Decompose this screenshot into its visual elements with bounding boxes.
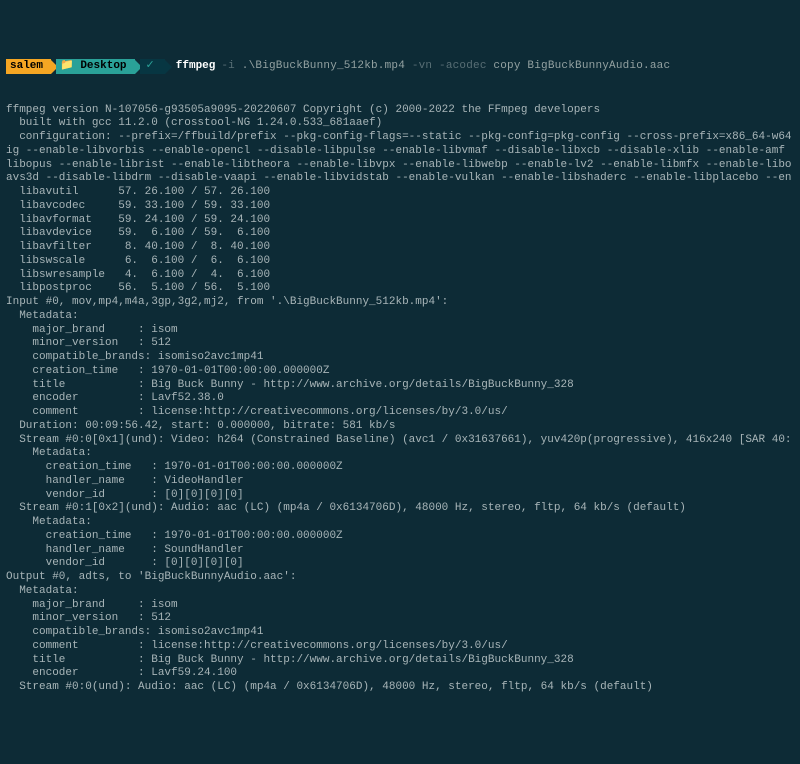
output-line: ffmpeg version N-107056-g93505a9095-2022… xyxy=(6,104,794,118)
output-line: Output #0, adts, to 'BigBuckBunnyAudio.a… xyxy=(6,571,794,585)
output-line: libswscale 6. 6.100 / 6. 6.100 xyxy=(6,255,794,269)
output-line: libavfilter 8. 40.100 / 8. 40.100 xyxy=(6,241,794,255)
arg-rest: copy BigBuckBunnyAudio.aac xyxy=(487,60,671,72)
prompt-status-segment: ✓ xyxy=(140,59,165,74)
output-line: creation_time : 1970-01-01T00:00:00.0000… xyxy=(6,461,794,475)
prompt-path-segment: 📁 Desktop xyxy=(56,59,135,74)
output-line: comment : license:http://creativecommons… xyxy=(6,406,794,420)
output-line: Metadata: xyxy=(6,585,794,599)
output-line: vendor_id : [0][0][0][0] xyxy=(6,557,794,571)
output-line: major_brand : isom xyxy=(6,599,794,613)
output-line: Metadata: xyxy=(6,447,794,461)
output-line: libavdevice 59. 6.100 / 59. 6.100 xyxy=(6,227,794,241)
output-line: libavutil 57. 26.100 / 57. 26.100 xyxy=(6,186,794,200)
output-line: Metadata: xyxy=(6,516,794,530)
output-line: comment : license:http://creativecommons… xyxy=(6,640,794,654)
command-name: ffmpeg xyxy=(176,60,216,74)
output-line: handler_name : VideoHandler xyxy=(6,475,794,489)
terminal-output: ffmpeg version N-107056-g93505a9095-2022… xyxy=(6,104,794,695)
output-line: Metadata: xyxy=(6,310,794,324)
output-line: title : Big Buck Bunny - http://www.arch… xyxy=(6,654,794,668)
output-line: Input #0, mov,mp4,m4a,3gp,3g2,mj2, from … xyxy=(6,296,794,310)
arg-flag: -i xyxy=(221,60,235,72)
output-line: vendor_id : [0][0][0][0] xyxy=(6,489,794,503)
output-line: handler_name : SoundHandler xyxy=(6,544,794,558)
output-line: Stream #0:0[0x1](und): Video: h264 (Cons… xyxy=(6,434,794,448)
output-line: libswresample 4. 6.100 / 4. 6.100 xyxy=(6,269,794,283)
shell-prompt[interactable]: salem 📁 Desktop ✓ ffmpeg -i .\BigBuckBun… xyxy=(6,59,794,74)
output-line: built with gcc 11.2.0 (crosstool-NG 1.24… xyxy=(6,117,794,131)
output-line: title : Big Buck Bunny - http://www.arch… xyxy=(6,379,794,393)
output-line: major_brand : isom xyxy=(6,324,794,338)
arg-file: .\BigBuckBunny_512kb.mp4 xyxy=(235,60,412,72)
arg-flag: -vn -acodec xyxy=(412,60,487,72)
output-line: Stream #0:1[0x2](und): Audio: aac (LC) (… xyxy=(6,502,794,516)
prompt-path-label: Desktop xyxy=(80,60,126,72)
output-line: avs3d --disable-libdrm --disable-vaapi -… xyxy=(6,172,794,186)
output-line: minor_version : 512 xyxy=(6,612,794,626)
output-line: encoder : Lavf59.24.100 xyxy=(6,667,794,681)
output-line: Stream #0:0(und): Audio: aac (LC) (mp4a … xyxy=(6,681,794,695)
check-icon: ✓ xyxy=(146,60,155,72)
output-line: compatible_brands: isomiso2avc1mp41 xyxy=(6,626,794,640)
output-line: libpostproc 56. 5.100 / 56. 5.100 xyxy=(6,282,794,296)
output-line: Duration: 00:09:56.42, start: 0.000000, … xyxy=(6,420,794,434)
output-line: encoder : Lavf52.38.0 xyxy=(6,392,794,406)
output-line: libopus --enable-librist --enable-libthe… xyxy=(6,159,794,173)
chevron-icon xyxy=(165,60,172,74)
output-line: libavformat 59. 24.100 / 59. 24.100 xyxy=(6,214,794,228)
output-line: minor_version : 512 xyxy=(6,337,794,351)
output-line: configuration: --prefix=/ffbuild/prefix … xyxy=(6,131,794,145)
prompt-user-segment: salem xyxy=(6,59,51,74)
output-line: compatible_brands: isomiso2avc1mp41 xyxy=(6,351,794,365)
output-line: libavcodec 59. 33.100 / 59. 33.100 xyxy=(6,200,794,214)
command-args: -i .\BigBuckBunny_512kb.mp4 -vn -acodec … xyxy=(221,60,670,74)
output-line: ig --enable-libvorbis --enable-opencl --… xyxy=(6,145,794,159)
output-line: creation_time : 1970-01-01T00:00:00.0000… xyxy=(6,530,794,544)
output-line: creation_time : 1970-01-01T00:00:00.0000… xyxy=(6,365,794,379)
